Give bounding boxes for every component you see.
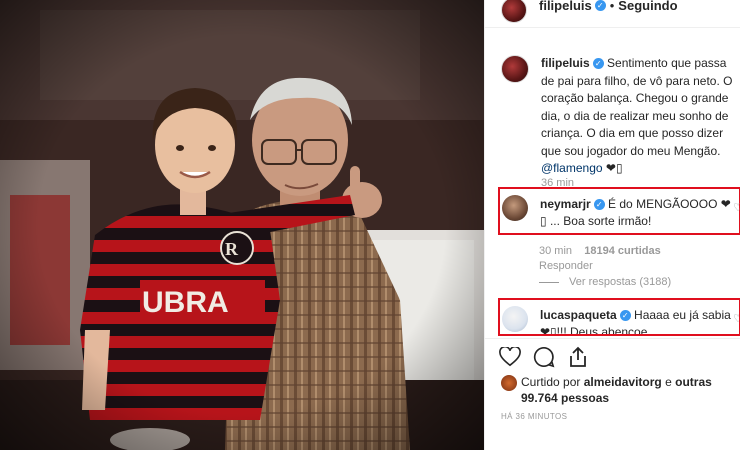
comment-text-block: lucaspaqueta ✓ Haaaa eu já sabia ❤▯!!! De…	[540, 307, 735, 334]
comment-lucaspaqueta: lucaspaqueta ✓ Haaaa eu já sabia ❤▯!!! De…	[498, 298, 740, 336]
post-photo[interactable]: R UBRA	[0, 0, 484, 450]
caption-text: Sentimento que passa de pai para filho, …	[541, 56, 733, 158]
comment-likes[interactable]: 18194 curtidas	[584, 245, 660, 257]
post-header: filipeluis ✓ • Seguindo	[485, 0, 740, 28]
comment-time: 30 min	[539, 245, 573, 257]
like-heart-icon[interactable]	[499, 346, 521, 368]
view-replies-label: Ver respostas (3188)	[569, 276, 672, 288]
caption-text-block: filipeluis ✓ Sentimento que passa de pai …	[541, 55, 740, 178]
following-button[interactable]: Seguindo	[618, 0, 677, 13]
caption-emoji: ❤▯	[605, 161, 623, 175]
commenter-username[interactable]: neymarjr	[540, 197, 591, 211]
post-timestamp[interactable]: HÁ 36 MINUTOS	[501, 412, 567, 421]
verified-icon: ✓	[619, 310, 631, 321]
replies-line	[539, 281, 559, 283]
author-avatar[interactable]	[501, 0, 527, 23]
verified-icon: ✓	[593, 199, 605, 210]
reply-button[interactable]: Responder	[539, 260, 593, 272]
verified-icon: ✓	[592, 58, 604, 69]
comment-like-heart-icon[interactable]: ♡	[733, 201, 740, 214]
caption-mention-link[interactable]: @flamengo	[541, 161, 603, 175]
comment-text-block: neymarjr ✓ É do MENGÃOOOO ❤▯ ... Boa sort…	[540, 196, 735, 230]
comment-neymarjr: neymarjr ✓ É do MENGÃOOOO ❤▯ ... Boa sort…	[498, 187, 740, 235]
post-action-bar	[485, 338, 740, 374]
verified-icon: ✓	[594, 0, 606, 11]
likes-prefix: Curtido por	[521, 375, 581, 389]
caption-author-username[interactable]: filipeluis	[541, 56, 590, 70]
likes-summary: Curtido por almeidavitorg e outras 99.76…	[501, 374, 731, 406]
likes-joiner: e	[665, 375, 672, 389]
comment-bubble-icon[interactable]	[533, 346, 555, 368]
commenter-username[interactable]: lucaspaqueta	[540, 308, 617, 322]
share-upload-icon[interactable]	[567, 346, 589, 368]
view-replies[interactable]: Ver respostas (3188)	[539, 276, 671, 288]
liker-avatar[interactable]	[501, 375, 517, 391]
commenter-avatar[interactable]	[502, 195, 528, 221]
photo-illustration: R UBRA	[0, 0, 484, 450]
caption-author-avatar[interactable]	[501, 55, 529, 83]
post-side-panel: filipeluis ✓ • Seguindo filipeluis ✓ Sent…	[484, 0, 740, 450]
liker-username[interactable]: almeidavitorg	[584, 375, 662, 389]
commenter-avatar[interactable]	[502, 306, 528, 332]
comment-like-heart-icon[interactable]: ♡	[733, 312, 739, 325]
separator-dot: •	[609, 0, 615, 13]
comment-meta: 30 min 18194 curtidas	[539, 245, 661, 257]
author-username[interactable]: filipeluis	[539, 0, 592, 13]
